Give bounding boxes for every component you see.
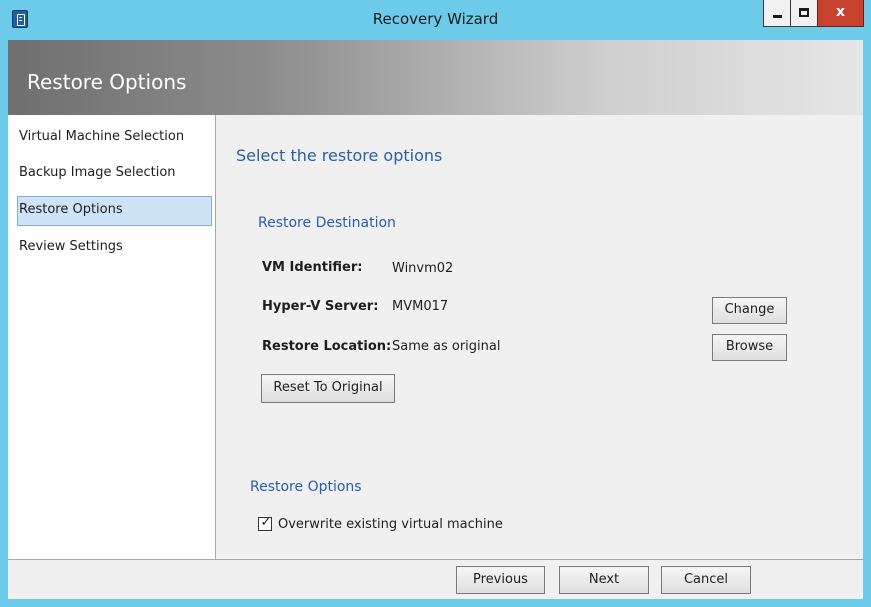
- overwrite-checkbox[interactable]: ✓: [258, 515, 272, 531]
- restore-options-heading: Restore Options: [250, 479, 362, 495]
- restore-location-label: Restore Location:: [262, 339, 392, 354]
- wizard-footer: Previous Next Cancel: [8, 559, 863, 599]
- wizard-body: Virtual Machine Selection Backup Image S…: [8, 115, 863, 599]
- change-button[interactable]: Change: [712, 297, 787, 324]
- minimize-icon: [773, 15, 782, 18]
- overwrite-checkbox-label[interactable]: Overwrite existing virtual machine: [278, 517, 503, 532]
- vm-identifier-value: Winvm02: [392, 261, 454, 276]
- nav-item-virtual-machine-selection[interactable]: Virtual Machine Selection: [17, 123, 212, 153]
- window-title: Recovery Wizard: [372, 10, 499, 28]
- nav-item-restore-options[interactable]: Restore Options: [17, 196, 212, 226]
- page-title: Restore Options: [27, 70, 187, 94]
- close-icon: x: [835, 4, 846, 20]
- title-bar[interactable]: Recovery Wizard x: [0, 0, 871, 40]
- cancel-button[interactable]: Cancel: [661, 566, 751, 594]
- content-panel: Select the restore options Restore Desti…: [216, 115, 863, 559]
- maximize-icon: [799, 8, 809, 17]
- hyperv-server-label: Hyper-V Server:: [262, 299, 379, 314]
- reset-to-original-button[interactable]: Reset To Original: [261, 374, 395, 403]
- window-controls: x: [763, 0, 864, 28]
- overwrite-option[interactable]: ✓ Overwrite existing virtual machine: [258, 515, 503, 533]
- nav-item-backup-image-selection[interactable]: Backup Image Selection: [17, 159, 212, 189]
- vm-identifier-label: VM Identifier:: [262, 260, 363, 275]
- checkmark-icon: ✓: [260, 515, 272, 530]
- close-button[interactable]: x: [817, 0, 864, 27]
- content-heading: Select the restore options: [236, 146, 443, 165]
- hyperv-server-value: MVM017: [392, 299, 449, 314]
- maximize-button[interactable]: [790, 0, 817, 27]
- nav-item-review-settings[interactable]: Review Settings: [17, 233, 212, 263]
- restore-location-value: Same as original: [392, 339, 501, 354]
- previous-button[interactable]: Previous: [456, 566, 545, 594]
- recovery-wizard-window: Recovery Wizard x Restore Options Virtua…: [0, 0, 871, 607]
- next-button[interactable]: Next: [559, 566, 649, 594]
- wizard-steps-nav: Virtual Machine Selection Backup Image S…: [8, 115, 216, 559]
- restore-destination-heading: Restore Destination: [258, 215, 396, 231]
- minimize-button[interactable]: [763, 0, 790, 27]
- page-header: Restore Options: [8, 40, 863, 115]
- browse-button[interactable]: Browse: [712, 334, 787, 361]
